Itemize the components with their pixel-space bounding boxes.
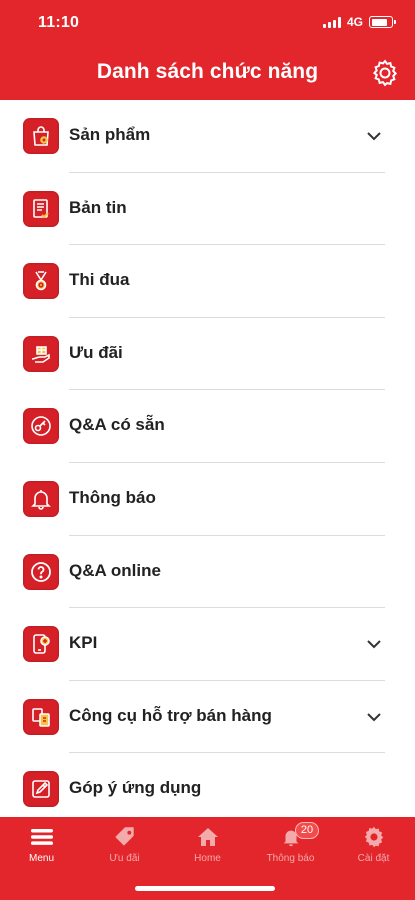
- shopping-bag-icon: [23, 118, 59, 154]
- newsletter-icon: [23, 190, 59, 227]
- tag-icon: [114, 827, 134, 846]
- menu-item-gop-y[interactable]: Góp ý ứng dụng: [0, 753, 415, 826]
- page-title: Danh sách chức năng: [96, 60, 319, 83]
- tab-label: Menu: [28, 853, 54, 864]
- tab-label: Thông báo: [266, 853, 315, 864]
- bell-icon: [23, 480, 59, 517]
- gear-icon: [364, 826, 383, 848]
- menu-item-label: Thông báo: [69, 487, 156, 507]
- menu-item-kpi[interactable]: KPI: [0, 608, 415, 681]
- menu-item-ban-tin[interactable]: Bản tin: [0, 173, 415, 246]
- menu-item-qa-co-san[interactable]: Q&A có sẵn: [0, 390, 415, 463]
- signal-icon: [322, 16, 341, 28]
- kpi-phone-icon: [23, 626, 59, 663]
- tab-menu[interactable]: Menu: [0, 823, 83, 864]
- settings-button[interactable]: [369, 57, 401, 89]
- menu-item-uu-dai[interactable]: Ưu đãi: [0, 318, 415, 391]
- tab-home[interactable]: Home: [166, 823, 249, 864]
- menu-item-label: Thi đua: [69, 270, 130, 290]
- tab-label: Cài đặt: [357, 853, 390, 864]
- status-time: 11:10: [38, 14, 80, 31]
- menu-item-thong-bao[interactable]: Thông báo: [0, 463, 415, 536]
- sales-tools-icon: [23, 698, 59, 735]
- question-circle-icon: [23, 553, 59, 590]
- chevron-down-icon[interactable]: [365, 127, 383, 145]
- menu-item-label: Q&A có sẵn: [69, 415, 165, 435]
- tab-label: Ưu đãi: [109, 853, 140, 864]
- menu-item-label: KPI: [69, 633, 98, 653]
- chevron-down-icon[interactable]: [365, 708, 383, 726]
- menu-item-label: Góp ý ứng dụng: [69, 778, 202, 798]
- function-list: Sản phẩm Bản tin Thi đua Ưu đãi Q&A có s…: [0, 100, 415, 826]
- menu-item-thi-dua[interactable]: Thi đua: [0, 245, 415, 318]
- menu-item-label: Công cụ hỗ trợ bán hàng: [69, 705, 272, 725]
- app-header: Danh sách chức năng: [0, 46, 415, 100]
- chevron-down-icon[interactable]: [365, 635, 383, 653]
- home-icon: [197, 828, 218, 846]
- tab-label: Home: [194, 853, 221, 864]
- menu-item-qa-online[interactable]: Q&A online: [0, 536, 415, 609]
- menu-icon: [30, 829, 53, 845]
- menu-item-label: Ưu đãi: [69, 342, 123, 362]
- home-indicator[interactable]: [135, 886, 275, 891]
- key-circle-icon: [23, 408, 59, 445]
- menu-item-label: Q&A online: [69, 560, 161, 580]
- network-type: 4G: [346, 15, 363, 29]
- gear-icon: [372, 59, 398, 87]
- medal-icon: [23, 263, 59, 300]
- menu-item-cong-cu-ho-tro[interactable]: Công cụ hỗ trợ bán hàng: [0, 681, 415, 754]
- status-bar: 11:10 4G: [0, 0, 415, 46]
- tab-uu-dai[interactable]: Ưu đãi: [83, 823, 166, 864]
- menu-item-san-pham[interactable]: Sản phẩm: [0, 100, 415, 173]
- pencil-feedback-icon: [23, 771, 59, 808]
- menu-item-label: Bản tin: [69, 197, 127, 217]
- notification-badge: 20: [295, 822, 319, 839]
- battery-icon: [369, 16, 396, 28]
- menu-item-label: Sản phẩm: [69, 125, 151, 144]
- tab-thong-bao[interactable]: 20 Thông báo: [249, 822, 332, 864]
- tab-cai-dat[interactable]: Cài đặt: [332, 823, 415, 864]
- gift-hand-icon: [23, 335, 59, 372]
- status-indicators: 4G: [322, 15, 396, 29]
